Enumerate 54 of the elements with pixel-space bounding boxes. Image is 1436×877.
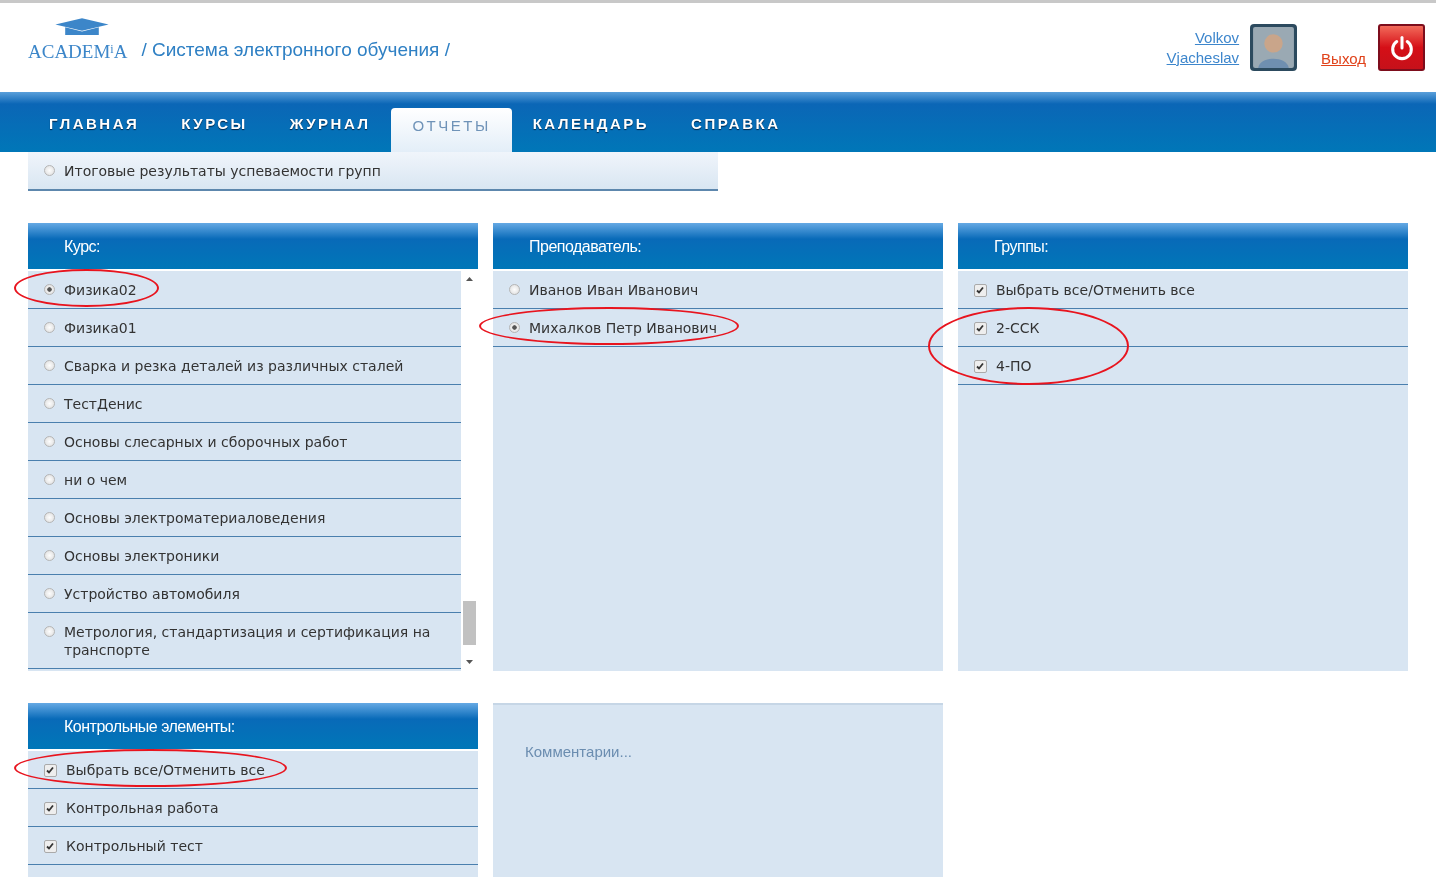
- nav-tab[interactable]: СПРАВКА: [670, 108, 802, 152]
- radio-button[interactable]: [44, 322, 55, 333]
- option-label[interactable]: Физика01: [64, 319, 137, 337]
- checkbox-label[interactable]: 2-ССК: [996, 319, 1040, 337]
- user-name-link[interactable]: Volkov Vjacheslav: [1159, 27, 1240, 68]
- avatar-icon[interactable]: [1250, 24, 1298, 71]
- option-label[interactable]: Михалков Петр Иванович: [529, 319, 717, 337]
- panel-header: Курс:: [28, 223, 478, 271]
- checkbox-label[interactable]: Контрольная работа: [66, 799, 219, 817]
- panel-header: Контрольные элементы:: [28, 703, 478, 751]
- option-label[interactable]: Основы электроматериаловедения: [64, 509, 326, 527]
- option-label[interactable]: ни о чем: [64, 471, 128, 489]
- option-label[interactable]: ТестДенис: [64, 395, 143, 413]
- logout-link[interactable]: Выход: [1321, 50, 1366, 67]
- checkbox[interactable]: [974, 360, 987, 373]
- checkbox-label[interactable]: 4-ПО: [996, 357, 1032, 375]
- option-label[interactable]: Сварка и резка деталей из различных сталей: [64, 357, 404, 375]
- comment-field[interactable]: Комментарии...: [493, 703, 943, 877]
- checkbox[interactable]: [974, 284, 987, 297]
- radio-button[interactable]: [44, 284, 55, 295]
- nav-tab[interactable]: КУРСЫ: [160, 108, 269, 152]
- radio-button[interactable]: [44, 474, 55, 485]
- logout-button[interactable]: [1378, 24, 1425, 71]
- radio-button[interactable]: [44, 512, 55, 523]
- panel-header: Группы:: [958, 223, 1408, 271]
- checkbox-label[interactable]: Контрольный тест: [66, 837, 203, 855]
- radio-button[interactable]: [509, 322, 520, 333]
- checkbox[interactable]: [44, 764, 57, 777]
- option-label[interactable]: Иванов Иван Иванович: [529, 281, 699, 299]
- checkbox-label[interactable]: Выбрать все/Отменить все: [996, 281, 1195, 299]
- nav-tab[interactable]: ЖУРНАЛ: [268, 108, 392, 152]
- site-title: / Система электронного обучения /: [141, 39, 450, 61]
- radio-button[interactable]: [44, 436, 55, 447]
- checkbox[interactable]: [44, 802, 57, 815]
- option-label[interactable]: Основы слесарных и сборочных работ: [64, 433, 348, 451]
- option-label[interactable]: Устройство автомобиля: [64, 585, 240, 603]
- academia-logo[interactable]: ACADEM$^{i}$A: [28, 16, 128, 61]
- nav-tab[interactable]: ГЛАВНАЯ: [28, 108, 161, 152]
- option-label[interactable]: Физика02: [64, 281, 137, 299]
- radio-button[interactable]: [509, 284, 520, 295]
- checkbox-label[interactable]: Выбрать все/Отменить все: [66, 761, 265, 779]
- radio-button[interactable]: [44, 626, 55, 637]
- option-label[interactable]: Метрология, стандартизация и сертификация на транспорте: [64, 623, 447, 659]
- panel-header: Преподаватель:: [493, 223, 943, 271]
- radio-button[interactable]: [44, 398, 55, 409]
- checkbox[interactable]: [974, 322, 987, 335]
- checkbox[interactable]: [44, 840, 57, 853]
- report-option-label: Итоговые результаты успеваемости групп: [64, 162, 381, 180]
- option-label[interactable]: Основы электроники: [64, 547, 220, 565]
- radio-button[interactable]: [44, 588, 55, 599]
- radio-button[interactable]: [44, 550, 55, 561]
- radio-button[interactable]: [44, 165, 55, 176]
- radio-button[interactable]: [44, 360, 55, 371]
- nav-tab[interactable]: КАЛЕНДАРЬ: [511, 108, 671, 152]
